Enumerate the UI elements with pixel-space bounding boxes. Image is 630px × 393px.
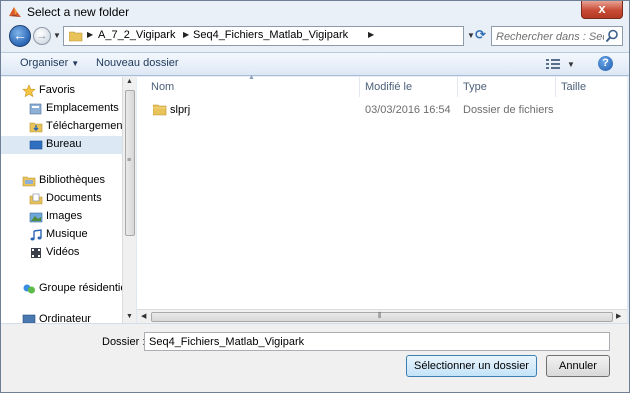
nav-item-recent-places[interactable]: Emplacements ré [1,100,122,118]
view-options-icon[interactable] [546,58,560,70]
matlab-icon [9,7,21,17]
file-modified: 03/03/2016 16:54 [365,104,451,116]
scroll-up-icon[interactable]: ▲ [126,78,133,85]
file-row[interactable]: slprj 03/03/2016 16:54 Dossier de fichie… [137,101,627,119]
sort-ascending-icon: ▲ [248,74,255,81]
column-divider[interactable] [359,77,360,97]
downloads-icon [29,122,43,133]
new-folder-button[interactable]: Nouveau dossier [96,57,179,69]
scroll-thumb[interactable]: ≡ [125,90,135,236]
nav-item-label: Images [46,210,83,222]
scroll-thumb[interactable]: ⦀ [151,311,613,322]
nav-item-images[interactable]: Images [1,208,122,226]
grip-icon: ≡ [127,157,132,164]
file-name: slprj [170,104,191,116]
help-icon[interactable]: ? [598,56,613,71]
history-dropdown-icon[interactable]: ▼ [53,31,61,40]
nav-item-label: Bureau [46,138,82,150]
view-dropdown-icon[interactable]: ▼ [567,60,575,69]
select-folder-button[interactable]: Sélectionner un dossier [406,355,537,377]
footer-panel: Dossier : Sélectionner un dossier Annule… [1,323,629,392]
breadcrumb-item[interactable]: A_7_2_Vigipark [98,29,175,41]
organize-button[interactable]: Organiser ▼ [20,57,79,69]
nav-item-documents[interactable]: Documents [1,190,122,208]
dialog-window: Select a new folder x ← → ▼ ▶ A_7_2_Vigi… [0,0,630,393]
address-row: ← → ▼ ▶ A_7_2_Vigipark ▶ Seq4_Fichiers_M… [1,23,629,49]
nav-item-videos[interactable]: Vidéos [1,244,122,262]
arrow-left-icon: ← [13,27,27,43]
nav-item-computer[interactable]: Ordinateur [1,311,122,323]
file-list: ▲ Nom Modifié le Type Taille slprj 03/03… [137,74,627,309]
column-header-type[interactable]: Type [463,81,487,93]
search-icon[interactable] [605,29,619,43]
folder-label: Dossier : [102,336,146,348]
address-bar[interactable]: ▶ A_7_2_Vigipark ▶ Seq4_Fichiers_Matlab_… [63,26,464,46]
nav-item-label: Vidéos [46,246,80,258]
column-header-size[interactable]: Taille [561,81,586,93]
organize-label: Organiser [20,57,69,69]
search-input[interactable] [496,29,604,44]
window-title: Select a new folder [27,5,130,19]
documents-icon [29,193,43,205]
navigation-pane: Favoris Emplacements ré Téléchargements … [1,77,122,323]
breadcrumb-item[interactable]: Seq4_Fichiers_Matlab_Vigipark [193,29,348,41]
nav-item-label: Emplacements ré [46,102,122,114]
navigation-scrollbar[interactable]: ▲ ≡ ▼ [122,77,136,323]
desktop-icon [29,140,43,150]
column-header-name[interactable]: Nom [151,81,174,93]
close-button[interactable]: x [581,1,623,19]
nav-item-music[interactable]: Musique [1,226,122,244]
nav-item-favorites[interactable]: Favoris [1,82,122,100]
horizontal-scrollbar[interactable]: ◀ ⦀ ▶ [137,309,627,323]
nav-item-label: Favoris [39,84,76,96]
nav-item-label: Documents [46,192,102,204]
folder-icon [153,104,167,116]
breadcrumb-separator-icon[interactable]: ▶ [183,30,189,39]
recent-places-icon [29,103,42,115]
music-icon [30,229,42,241]
nav-item-label: Ordinateur [39,313,91,323]
column-divider[interactable] [555,77,556,97]
folder-icon [69,31,83,42]
nav-item-label: Téléchargements [46,120,122,132]
cancel-button[interactable]: Annuler [546,355,610,377]
back-button[interactable]: ← [9,25,31,47]
nav-item-label: Musique [46,228,88,240]
file-type: Dossier de fichiers [463,104,554,116]
nav-item-label: Bibliothèques [39,174,106,186]
grip-icon: ⦀ [378,311,382,320]
computer-icon [22,314,36,323]
chevron-down-icon: ▼ [71,59,80,68]
nav-item-label: Groupe résidentiel [39,282,122,294]
search-box [491,26,623,46]
scroll-right-icon[interactable]: ▶ [616,312,621,320]
breadcrumb-separator-icon[interactable]: ▶ [368,30,374,39]
column-divider[interactable] [457,77,458,97]
nav-item-desktop[interactable]: Bureau [1,136,122,154]
nav-item-downloads[interactable]: Téléchargements [1,118,122,136]
videos-icon [31,248,41,258]
breadcrumb-separator-icon[interactable]: ▶ [87,30,93,39]
scroll-left-icon[interactable]: ◀ [141,312,146,320]
arrow-right-icon: → [36,30,48,42]
command-bar: Organiser ▼ Nouveau dossier ▼ ? [1,52,629,76]
folder-name-field[interactable] [144,332,610,351]
nav-item-homegroup[interactable]: Groupe résidentiel [1,280,122,298]
column-header-modified[interactable]: Modifié le [365,81,412,93]
forward-button[interactable]: → [33,27,51,45]
refresh-icon[interactable]: ⟳ [475,27,486,43]
address-dropdown-icon[interactable]: ▼ [467,31,475,40]
images-icon [29,212,43,223]
star-icon [22,84,36,98]
scroll-down-icon[interactable]: ▼ [126,313,133,320]
nav-item-libraries[interactable]: Bibliothèques [1,172,122,190]
homegroup-icon [23,284,35,294]
title-bar: Select a new folder x [1,1,629,23]
library-icon [22,176,36,187]
